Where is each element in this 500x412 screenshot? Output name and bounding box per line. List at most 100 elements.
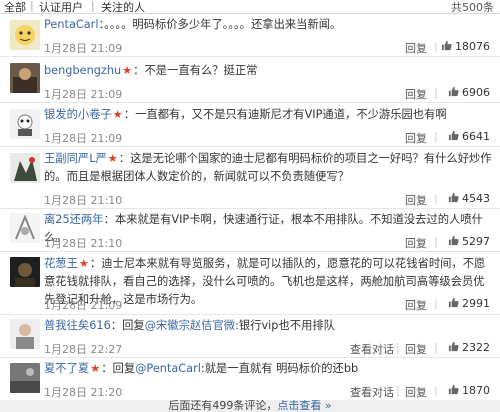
username[interactable]: 离25还两年: [44, 213, 104, 226]
comment-date: 1月28日 21:09: [44, 132, 123, 145]
username[interactable]: PentaCarl: [44, 18, 98, 31]
verified-badge-icon: ★: [122, 64, 133, 77]
comment-date: 1月28日 21:10: [44, 194, 123, 207]
action-separator: |: [434, 192, 438, 205]
more-comments-text: 后面还有499条评论，: [168, 400, 278, 412]
thumbs-up-icon: [448, 86, 459, 97]
like-count: 18076: [455, 40, 490, 53]
username[interactable]: bengbengzhu: [44, 64, 121, 77]
username[interactable]: 普我往矣616: [44, 319, 111, 332]
reply-button[interactable]: 回复: [405, 86, 427, 102]
comment-date: 1月28日 22:27: [44, 343, 123, 356]
avatar[interactable]: [10, 109, 40, 139]
tab-separator: |: [30, 0, 34, 12]
comment-text: 银发的小卷子★：一直都有，又不是只有迪斯尼才有VIP通道，不少游乐园也有啊: [44, 108, 447, 121]
comment-date: 1月28日 21:09: [44, 42, 123, 55]
comment-filter-tabs: 全部 | 认证用户 | 关注的人 共500条: [0, 0, 500, 14]
like-button[interactable]: 2322: [448, 341, 490, 354]
avatar[interactable]: [10, 20, 40, 50]
comment-item: bengbengzhu★：不是一直有么？挺正常 1月28日 21:09 回复 |…: [0, 57, 500, 103]
username[interactable]: 银发的小卷子: [44, 108, 112, 121]
thumbs-up-icon: [448, 130, 459, 141]
comment-text: PentaCarl：。。。。明码标价多少年了。。。。还拿出来当新闻。: [44, 18, 342, 31]
username[interactable]: 王副同严L严: [44, 152, 107, 165]
comment-item: 夏不了夏★：回复@PentaCarl:就是一直就有 明码标价的还bb 1月28日…: [0, 358, 500, 399]
reply-button[interactable]: 回复: [405, 192, 427, 208]
reply-button[interactable]: 回复: [405, 297, 427, 313]
action-separator: |: [396, 384, 400, 397]
verified-badge-icon: ★: [112, 108, 123, 121]
reply-button[interactable]: 回复: [405, 40, 427, 56]
avatar[interactable]: [10, 319, 40, 349]
thumbs-up-icon: [441, 40, 452, 51]
like-button[interactable]: 4543: [448, 192, 490, 205]
comment-date: 1月28日 21:10: [44, 237, 123, 250]
avatar[interactable]: [10, 363, 40, 393]
comment-text: 普我往矣616：回复@宋徽宗赵佶官微:银行vip也不用排队: [44, 319, 335, 332]
comment-item: 花葱王★：迪士尼本来就有导览服务，就是可以插队的，愿意花的可以花钱省时间，不愿意…: [0, 252, 500, 315]
action-separator: |: [434, 384, 438, 397]
view-more-link[interactable]: 点击查看 »: [277, 400, 331, 412]
like-count: 2322: [462, 341, 490, 354]
like-count: 4543: [462, 192, 490, 205]
reply-button[interactable]: 回复: [405, 235, 427, 251]
comment-date: 1月28日 21:09: [44, 88, 123, 101]
like-button[interactable]: 6906: [448, 86, 490, 99]
action-separator: |: [434, 297, 438, 310]
comment-text: bengbengzhu★：不是一直有么？挺正常: [44, 64, 258, 77]
reply-prefix: 回复: [112, 362, 136, 375]
thumbs-up-icon: [448, 297, 459, 308]
tab-separator: |: [91, 0, 95, 12]
like-button[interactable]: 6641: [448, 130, 490, 143]
username[interactable]: 花葱王: [44, 257, 78, 270]
verified-badge-icon: ★: [90, 362, 101, 375]
like-count: 6906: [462, 86, 490, 99]
like-count: 6641: [462, 130, 490, 143]
thumbs-up-icon: [448, 235, 459, 246]
tab-verified-users[interactable]: 认证用户: [39, 0, 83, 15]
reply-button[interactable]: 回复: [405, 384, 427, 400]
mention-link[interactable]: @PentaCarl: [135, 362, 201, 375]
action-separator: |: [396, 341, 400, 354]
comment-item: 普我往矣616：回复@宋徽宗赵佶官微:银行vip也不用排队 1月28日 22:2…: [0, 315, 500, 358]
load-more-bar[interactable]: 后面还有499条评论，点击查看 »: [0, 400, 500, 412]
comment-text: 夏不了夏★：回复@PentaCarl:就是一直就有 明码标价的还bb: [44, 362, 359, 375]
comment-body: 不是一直有么？挺正常: [144, 64, 258, 77]
comment-body: :银行vip也不用排队: [235, 319, 335, 332]
comment-item: 王副同严L严★：这是无论哪个国家的迪士尼都有明码标价的项目之一好吗？有什么好炒作…: [0, 147, 500, 209]
comment-item: 银发的小卷子★：一直都有，又不是只有迪斯尼才有VIP通道，不少游乐园也有啊 1月…: [0, 103, 500, 147]
comment-item: PentaCarl：。。。。明码标价多少年了。。。。还拿出来当新闻。 1月28日…: [0, 14, 500, 57]
thumbs-up-icon: [448, 341, 459, 352]
like-button[interactable]: 2991: [448, 297, 490, 310]
comment-body: 。。。。明码标价多少年了。。。。还拿出来当新闻。: [104, 18, 342, 31]
verified-badge-icon: ★: [107, 152, 118, 165]
like-button[interactable]: 5297: [448, 235, 490, 248]
avatar[interactable]: [10, 63, 40, 93]
comment-date: 1月28日 21:20: [44, 386, 123, 399]
avatar[interactable]: [10, 153, 40, 183]
action-separator: |: [434, 40, 438, 53]
tab-all[interactable]: 全部: [4, 0, 26, 15]
view-conversation-link[interactable]: 查看对话: [350, 341, 394, 357]
reply-button[interactable]: 回复: [405, 341, 427, 357]
comment-item: 离25还两年：本来就是有VIP卡啊，快速通行证，根本不用排队。不知道没去过的人喷…: [0, 209, 500, 252]
comment-body: :就是一直就有 明码标价的还bb: [200, 362, 359, 375]
avatar[interactable]: [10, 213, 40, 243]
like-button[interactable]: 1870: [448, 384, 490, 397]
comment-body: 一直都有，又不是只有迪斯尼才有VIP通道，不少游乐园也有啊: [135, 108, 447, 121]
avatar[interactable]: [10, 257, 40, 287]
like-count: 2991: [462, 297, 490, 310]
like-count: 5297: [462, 235, 490, 248]
thumbs-up-icon: [448, 384, 459, 395]
username[interactable]: 夏不了夏: [44, 362, 89, 375]
reply-button[interactable]: 回复: [405, 130, 427, 146]
like-count: 1870: [462, 384, 490, 397]
mention-link[interactable]: @宋徽宗赵佶官微: [145, 319, 235, 332]
action-separator: |: [434, 235, 438, 248]
comment-date: 1月28日 21:09: [44, 299, 123, 312]
action-separator: |: [434, 86, 438, 99]
view-conversation-link[interactable]: 查看对话: [350, 384, 394, 400]
comment-total-count: 共500条: [451, 1, 494, 14]
like-button[interactable]: 18076: [441, 40, 490, 53]
tab-following[interactable]: 关注的人: [101, 0, 145, 15]
